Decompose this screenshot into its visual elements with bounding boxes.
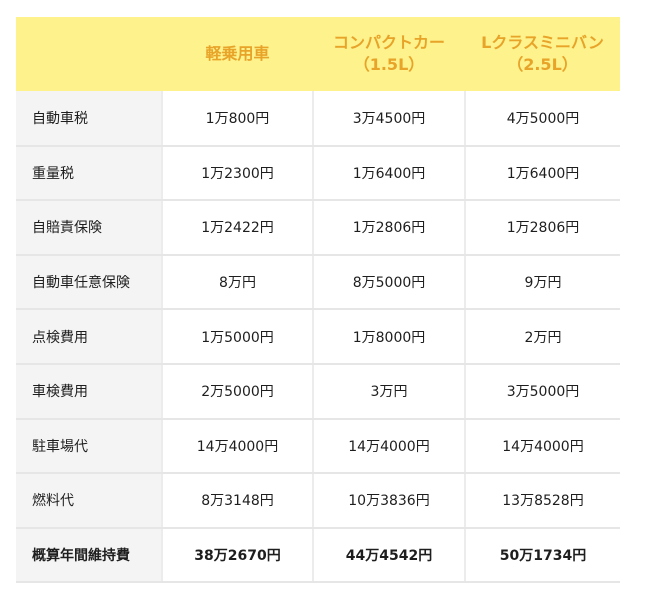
- header-empty-cell: [16, 17, 162, 91]
- cell-kei: 1万800円: [161, 91, 313, 147]
- header-l-minivan-displacement: （2.5L）: [507, 55, 578, 74]
- table-row: 燃料代 8万3148円 10万3836円 13万8528円: [16, 473, 620, 529]
- cell-minivan: 4万5000円: [464, 91, 620, 147]
- cell-compact: 1万2806円: [312, 200, 465, 256]
- table-row: 自賠責保険 1万2422円 1万2806円 1万2806円: [16, 200, 620, 256]
- cell-minivan-total: 50万1734円: [464, 527, 620, 584]
- cell-minivan: 1万2806円: [464, 200, 620, 256]
- header-kei-car: 軽乗用車: [162, 17, 313, 91]
- cell-kei-total: 38万2670円: [161, 527, 313, 584]
- row-label-compulsory-insurance: 自賠責保険: [16, 200, 162, 256]
- table-row: 自動車税 1万800円 3万4500円 4万5000円: [16, 91, 620, 147]
- header-compact-car-displacement: （1.5L）: [353, 55, 425, 74]
- cell-minivan: 2万円: [464, 309, 620, 365]
- cost-comparison-table-wrapper: 軽乗用車 コンパクトカー （1.5L） Lクラスミニバン （2.5L） 自動車税…: [16, 17, 620, 584]
- row-label-weight-tax: 重量税: [16, 145, 162, 202]
- table-row: 点検費用 1万5000円 1万8000円 2万円: [16, 309, 620, 365]
- cell-kei: 1万2422円: [161, 200, 313, 256]
- row-label-inspection-cost: 点検費用: [16, 309, 162, 365]
- annual-cost-comparison-table: 軽乗用車 コンパクトカー （1.5L） Lクラスミニバン （2.5L） 自動車税…: [16, 17, 620, 584]
- cell-minivan: 14万4000円: [464, 418, 620, 475]
- cell-compact-total: 44万4542円: [312, 527, 465, 584]
- header-compact-car-label: コンパクトカー: [332, 33, 445, 52]
- table-row: 自動車任意保険 8万円 8万5000円 9万円: [16, 254, 620, 311]
- row-label-voluntary-insurance: 自動車任意保険: [16, 254, 162, 311]
- cell-minivan: 1万6400円: [464, 145, 620, 202]
- table-row: 重量税 1万2300円 1万6400円 1万6400円: [16, 145, 620, 202]
- cell-kei: 2万5000円: [161, 363, 313, 420]
- cell-compact: 1万8000円: [312, 309, 465, 365]
- cell-kei: 1万2300円: [161, 145, 313, 202]
- table-row: 駐車場代 14万4000円 14万4000円 14万4000円: [16, 418, 620, 475]
- cell-compact: 14万4000円: [312, 418, 465, 475]
- cell-kei: 1万5000円: [161, 309, 313, 365]
- row-label-parking-fee: 駐車場代: [16, 418, 162, 475]
- header-l-minivan: Lクラスミニバン （2.5L）: [465, 17, 620, 91]
- cell-kei: 8万3148円: [161, 473, 313, 529]
- table-row-total: 概算年間維持費 38万2670円 44万4542円 50万1734円: [16, 527, 620, 584]
- cell-kei: 14万4000円: [161, 418, 313, 475]
- table-body: 自動車税 1万800円 3万4500円 4万5000円 重量税 1万2300円 …: [16, 91, 620, 584]
- row-label-fuel-cost: 燃料代: [16, 473, 162, 529]
- cell-compact: 1万6400円: [312, 145, 465, 202]
- cell-kei: 8万円: [161, 254, 313, 311]
- cell-minivan: 9万円: [464, 254, 620, 311]
- cell-compact: 3万円: [312, 363, 465, 420]
- cell-minivan: 3万5000円: [464, 363, 620, 420]
- header-l-minivan-label: Lクラスミニバン: [481, 33, 604, 52]
- row-label-shaken-cost: 車検費用: [16, 363, 162, 420]
- row-label-annual-total: 概算年間維持費: [16, 527, 162, 584]
- header-kei-car-label: 軽乗用車: [205, 44, 270, 63]
- cell-compact: 3万4500円: [312, 91, 465, 147]
- header-row: 軽乗用車 コンパクトカー （1.5L） Lクラスミニバン （2.5L）: [16, 17, 620, 91]
- row-label-automobile-tax: 自動車税: [16, 91, 162, 147]
- table-row: 車検費用 2万5000円 3万円 3万5000円: [16, 363, 620, 420]
- cell-compact: 10万3836円: [312, 473, 465, 529]
- cell-compact: 8万5000円: [312, 254, 465, 311]
- header-compact-car: コンパクトカー （1.5L）: [313, 17, 465, 91]
- table-header: 軽乗用車 コンパクトカー （1.5L） Lクラスミニバン （2.5L）: [16, 17, 620, 91]
- cell-minivan: 13万8528円: [464, 473, 620, 529]
